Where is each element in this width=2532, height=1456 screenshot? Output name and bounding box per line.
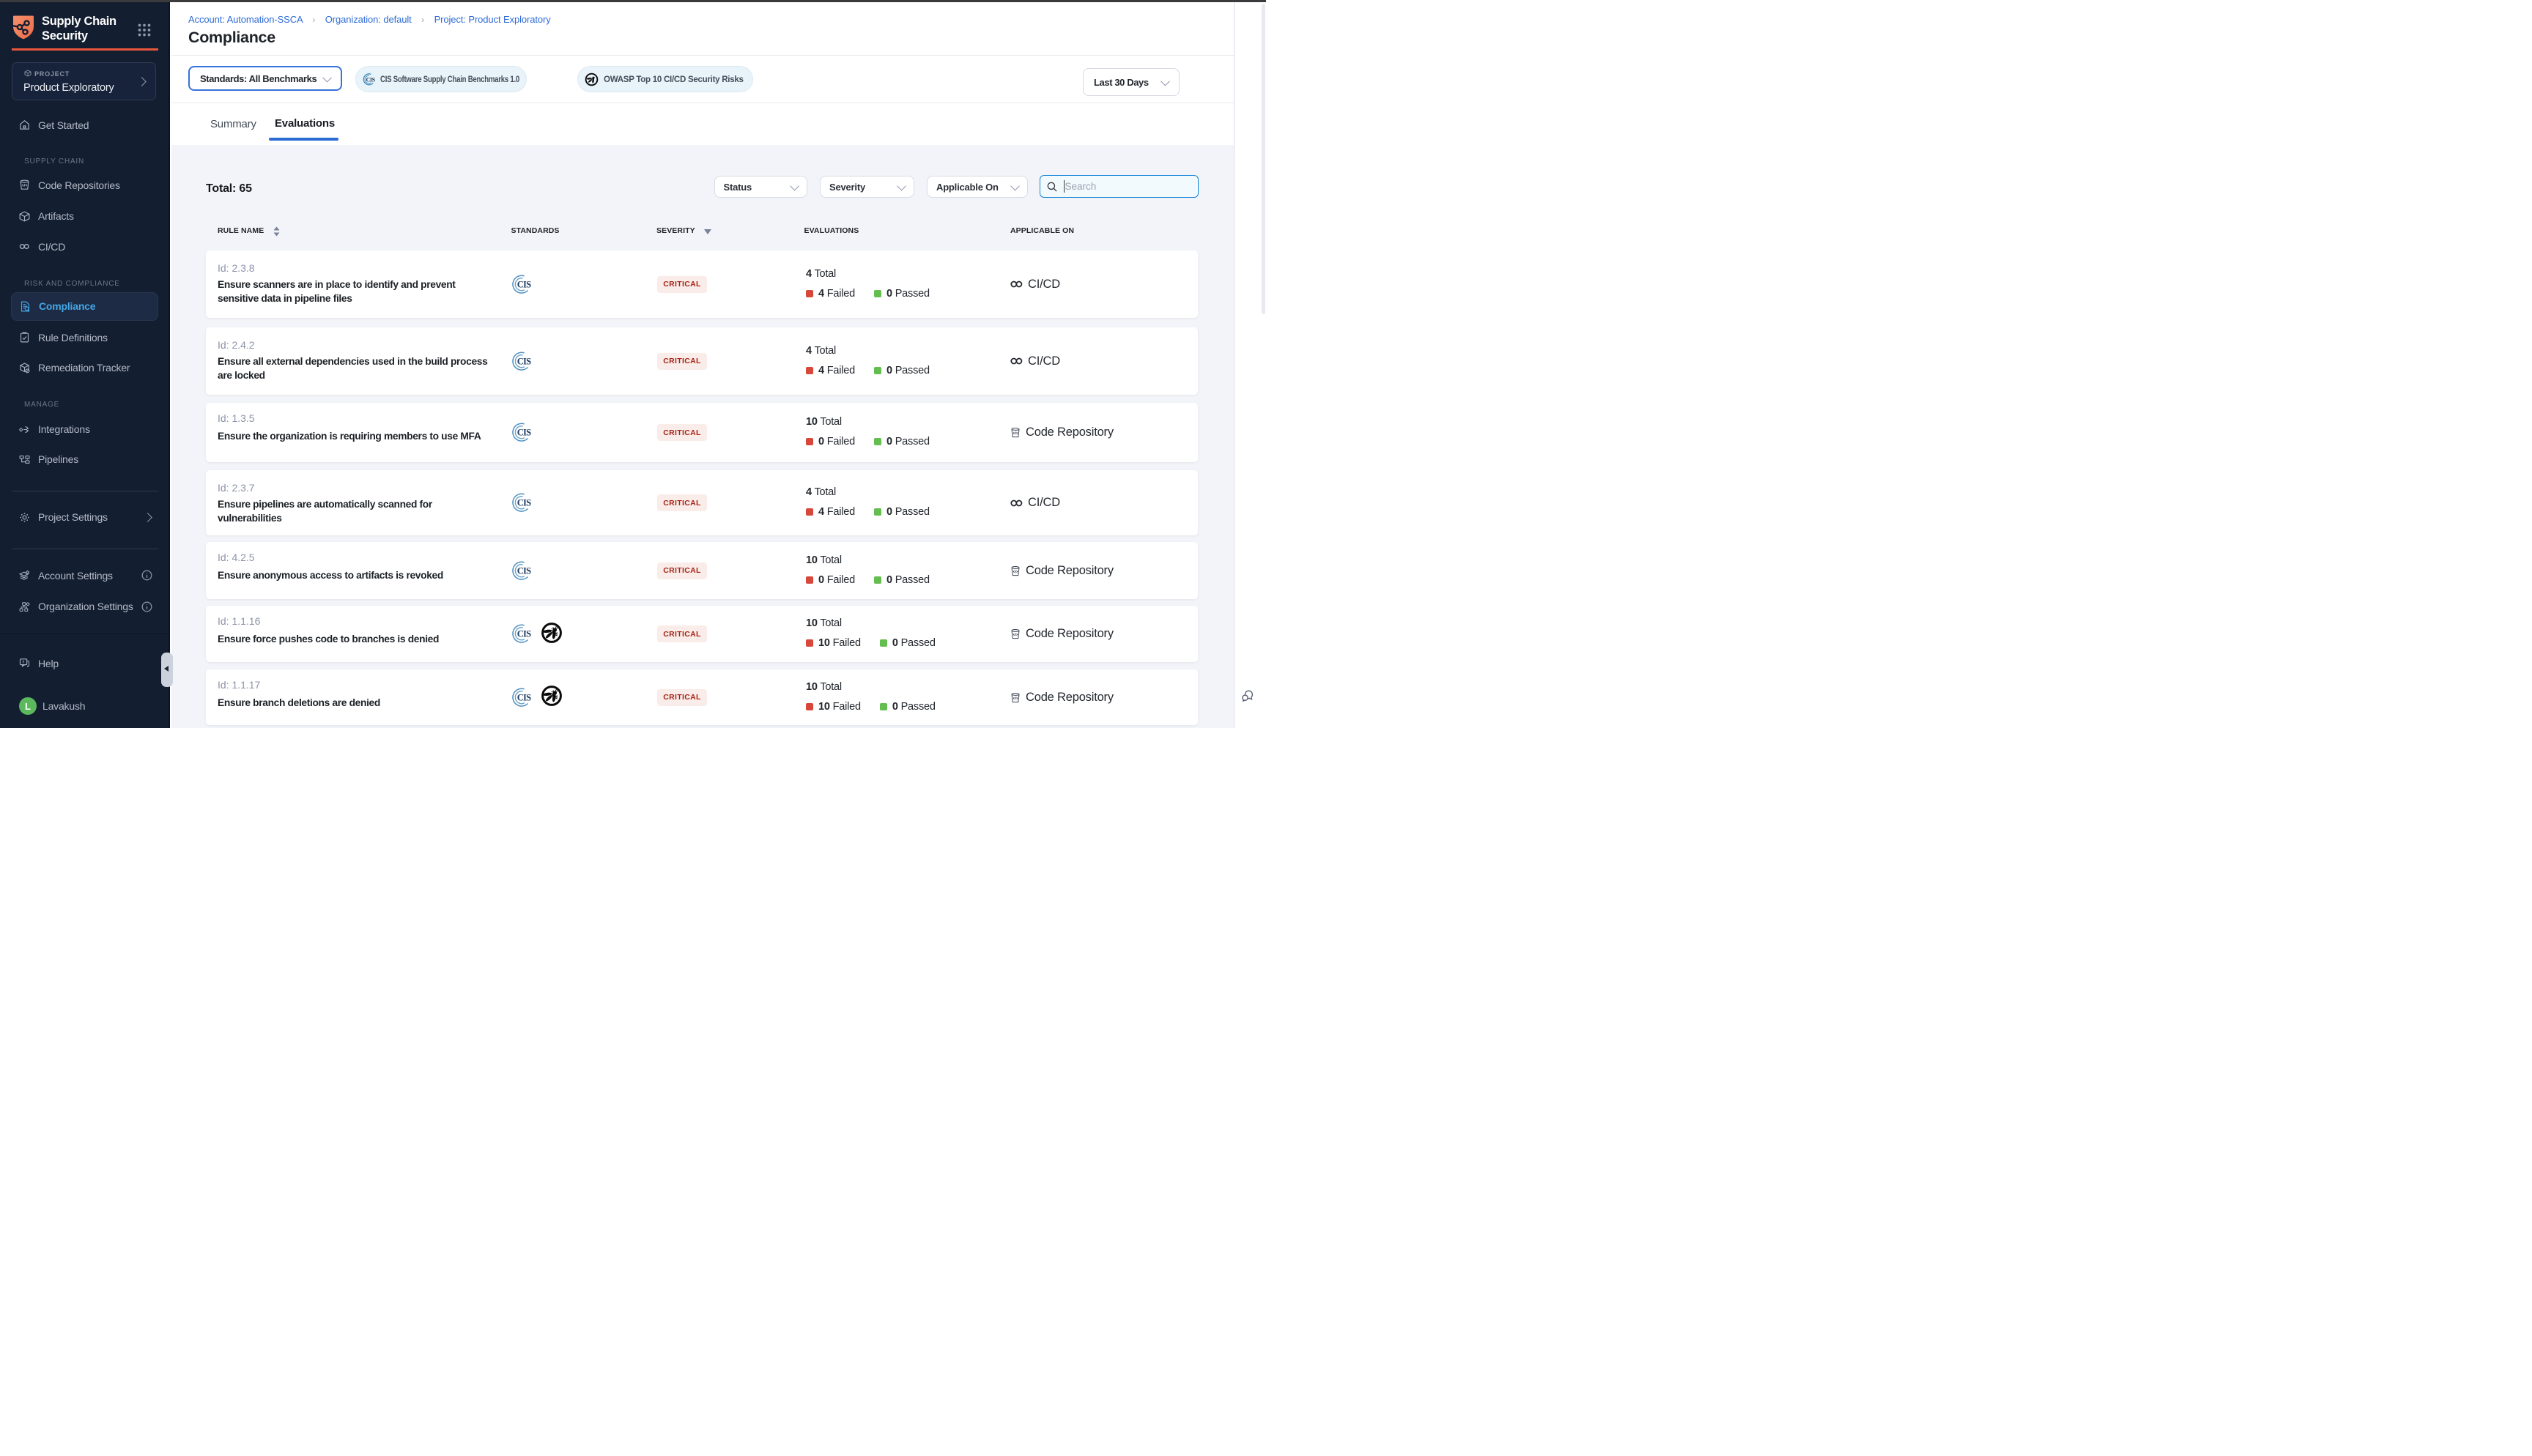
svg-text:?: ?	[22, 661, 25, 665]
svg-text:CIS: CIS	[517, 629, 531, 639]
svg-text:CIS: CIS	[517, 428, 531, 438]
svg-text:CIS: CIS	[517, 498, 531, 508]
svg-text:CIS: CIS	[517, 356, 531, 366]
svg-text:CIS: CIS	[517, 565, 531, 576]
svg-text:CIS: CIS	[366, 76, 375, 83]
svg-text:CIS: CIS	[517, 692, 531, 702]
svg-text:CIS: CIS	[517, 279, 531, 289]
